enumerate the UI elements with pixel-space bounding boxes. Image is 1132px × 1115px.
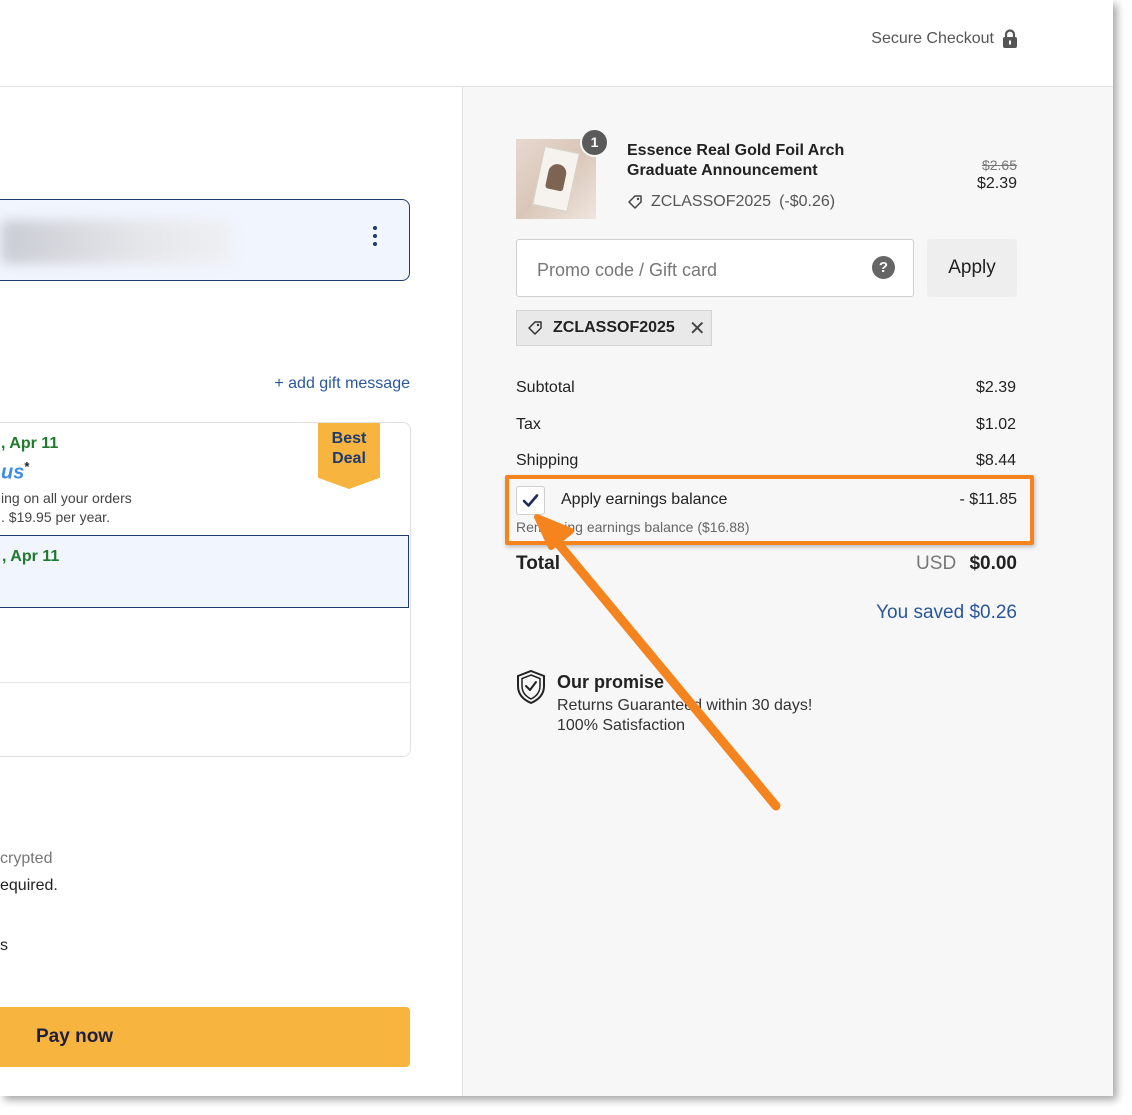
original-price: $2.65 <box>981 157 1017 173</box>
shipping-options: , Apr 11 us* ing on all your orders . $1… <box>0 422 411 757</box>
pay-now-button[interactable]: Pay now <box>0 1007 410 1067</box>
promise-satisfaction: 100% Satisfaction <box>557 717 686 734</box>
secure-checkout-label: Secure Checkout <box>871 30 994 47</box>
current-price: $2.39 <box>976 175 1017 192</box>
total-label: Total <box>516 553 560 574</box>
promise-returns: Returns Guaranteed within 30 days! <box>557 697 813 714</box>
product-promo-discount: (-$0.26) <box>779 193 836 210</box>
total-amount: USD $0.00 <box>916 553 1017 575</box>
lock-icon <box>1003 29 1017 48</box>
best-deal-badge: Best Deal <box>318 423 380 489</box>
product-name: Essence Real Gold Foil Arch Graduate Ann… <box>627 142 845 179</box>
subtotal-row: Subtotal $2.39 <box>516 379 1016 397</box>
encrypted-note: crypted <box>0 850 53 867</box>
shipping-option-selected[interactable]: , Apr 11 <box>0 535 409 608</box>
savings-text: You saved $0.26 <box>876 602 1017 623</box>
shipping-value: $8.44 <box>975 452 1016 469</box>
currency: USD <box>916 553 957 574</box>
shipping-label: Shipping <box>516 452 579 469</box>
page-header: Secure Checkout <box>0 0 1113 87</box>
help-icon[interactable]: ? <box>872 256 895 279</box>
shipping-option-3[interactable] <box>0 609 410 683</box>
product-promo-code: ZCLASSOF2025 <box>651 193 772 210</box>
tax-label: Tax <box>516 416 541 433</box>
note-fragment: s <box>0 937 8 954</box>
total-value: $0.00 <box>969 553 1017 574</box>
plus-brand: us* <box>1 459 30 484</box>
apply-promo-button[interactable]: Apply <box>927 239 1017 297</box>
add-gift-message-link[interactable]: + add gift message <box>274 375 410 393</box>
tag-icon <box>628 195 642 209</box>
blurred-address <box>1 220 231 264</box>
quantity-badge: 1 <box>580 128 609 157</box>
annotation-highlight-box <box>505 475 1034 545</box>
promo-input[interactable] <box>535 256 859 284</box>
subtotal-label: Subtotal <box>516 379 575 396</box>
secure-checkout: Secure Checkout <box>871 29 1018 49</box>
option-description: ing on all your orders <box>1 490 132 506</box>
option-price-note: . $19.95 per year. <box>1 509 110 525</box>
left-column: + add gift message , Apr 11 us* ing on a… <box>0 87 462 1096</box>
address-card[interactable] <box>0 199 410 281</box>
remove-promo-icon[interactable]: ✕ <box>689 316 706 341</box>
required-note: equired. <box>0 877 58 894</box>
promo-field: ? <box>516 239 914 297</box>
subtotal-value: $2.39 <box>975 379 1016 396</box>
shipping-option-plus[interactable]: , Apr 11 us* ing on all your orders . $1… <box>0 423 410 535</box>
promise-title: Our promise <box>557 672 665 692</box>
more-options-icon[interactable] <box>373 226 379 246</box>
tax-row: Tax $1.02 <box>516 416 1016 434</box>
shipping-row: Shipping $8.44 <box>516 452 1016 470</box>
tax-value: $1.02 <box>975 416 1016 433</box>
delivery-date: , Apr 11 <box>1 435 59 452</box>
applied-promo-code: ZCLASSOF2025 <box>553 319 675 336</box>
delivery-date: , Apr 11 <box>2 548 60 565</box>
order-summary: 1 Essence Real Gold Foil Arch Graduate A… <box>462 87 1113 1096</box>
applied-promo-chip: ZCLASSOF2025 ✕ <box>516 310 712 346</box>
tag-icon <box>528 321 542 335</box>
product-promo: ZCLASSOF2025 (-$0.26) <box>627 193 835 211</box>
shield-check-icon <box>517 669 545 705</box>
checkout-window: Secure Checkout + add gift message , Apr… <box>0 0 1113 1096</box>
